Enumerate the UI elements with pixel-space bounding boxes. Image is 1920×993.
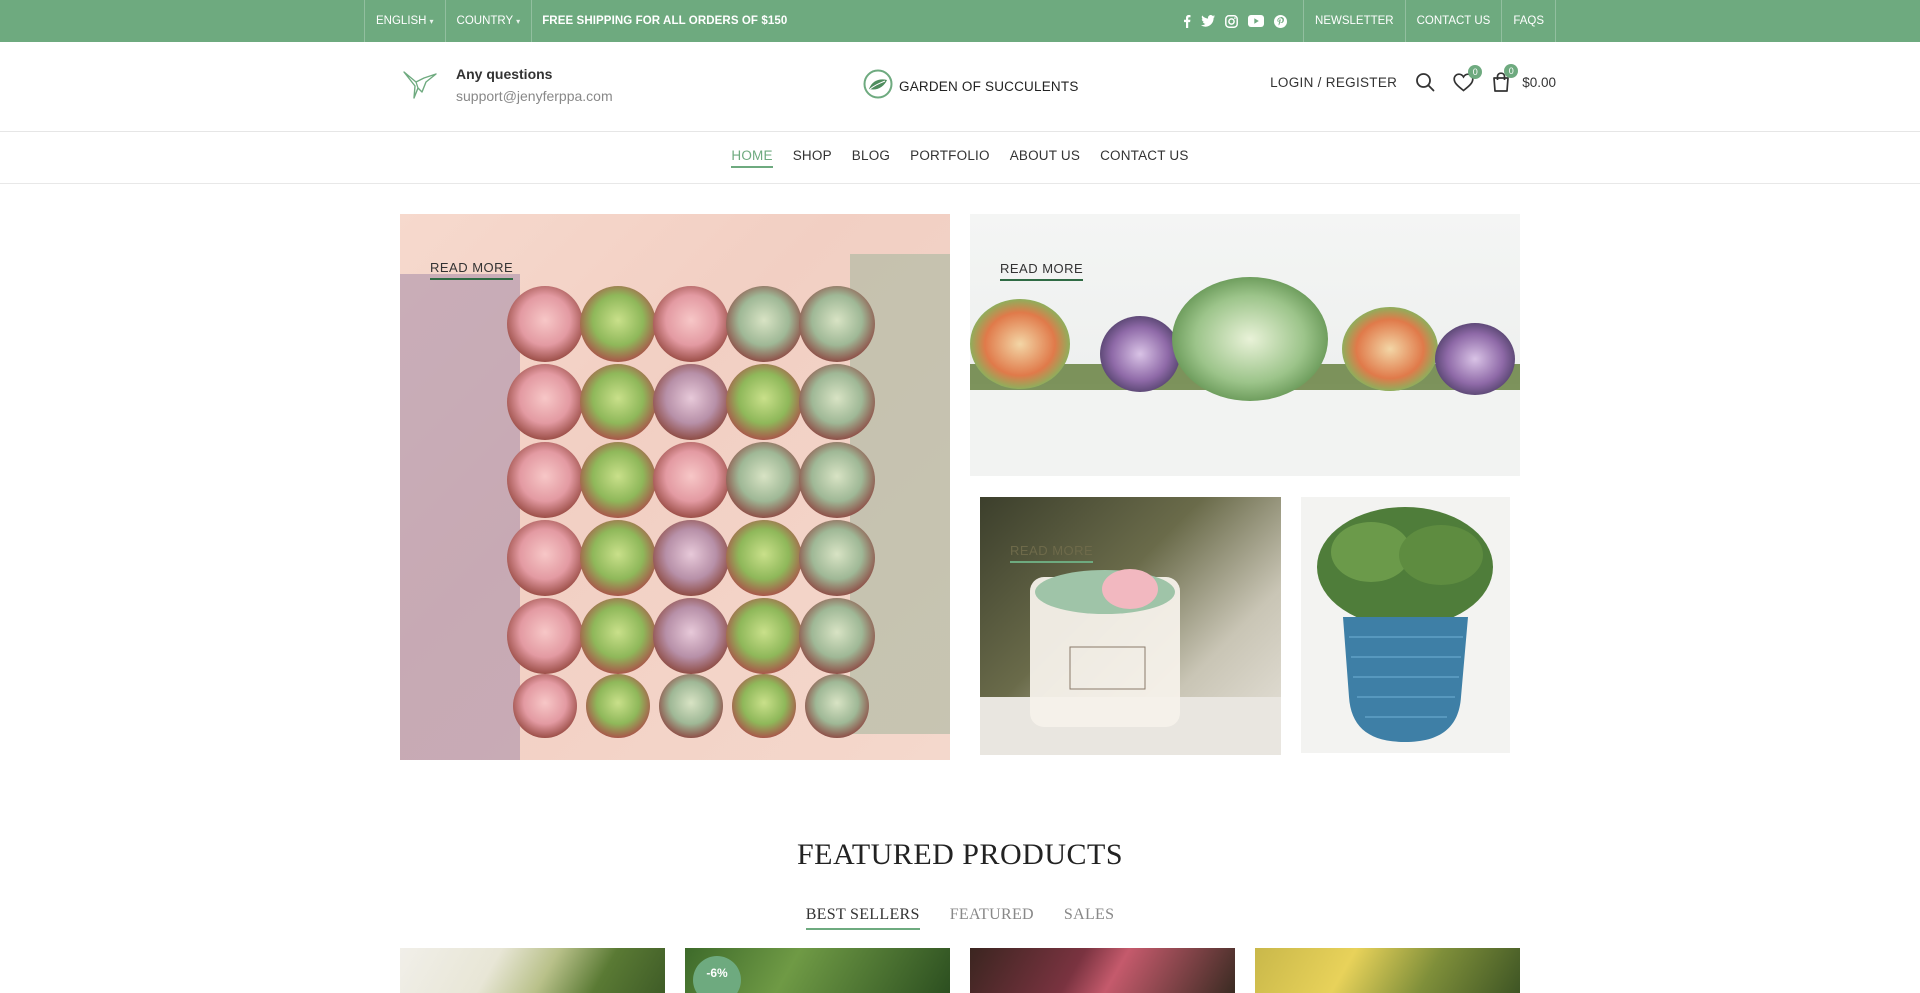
site-logo[interactable]: GARDEN OF SUCCULENTS: [863, 69, 1079, 104]
leaf-logo-icon: [863, 69, 893, 104]
nav-item-about-us[interactable]: ABOUT US: [1010, 148, 1080, 168]
support-email[interactable]: support@jenyferppa.com: [456, 88, 613, 104]
contact-us-top-link[interactable]: CONTACT US: [1404, 0, 1502, 42]
wishlist-button[interactable]: 0: [1453, 64, 1483, 92]
country-selector[interactable]: COUNTRY ▾: [444, 0, 533, 42]
country-label: COUNTRY: [456, 15, 514, 27]
newsletter-link[interactable]: NEWSLETTER: [1303, 0, 1405, 42]
featured-products-title: FEATURED PRODUCTS: [796, 838, 1124, 871]
main-navigation: HOME SHOP BLOG PORTFOLIO ABOUT US CONTAC…: [0, 133, 1920, 184]
shipping-notice: FREE SHIPPING FOR ALL ORDERS OF $150: [542, 15, 788, 27]
tab-featured[interactable]: FEATURED: [950, 906, 1034, 930]
succulent-pots-image: [400, 254, 950, 760]
cart-total: $0.00: [1522, 74, 1556, 90]
hummingbird-icon: [402, 68, 438, 105]
sale-badge: -6%: [693, 956, 741, 993]
youtube-icon[interactable]: [1248, 15, 1265, 27]
nav-item-blog[interactable]: BLOG: [852, 148, 890, 168]
top-links: NEWSLETTER CONTACT US FAQS: [1303, 0, 1556, 42]
header-actions: LOGIN / REGISTER 0 0 $0.00: [1270, 64, 1556, 92]
succulent-row-image: [970, 277, 1520, 476]
social-links: [1183, 14, 1303, 28]
logo-text: GARDEN OF SUCCULENTS: [899, 79, 1079, 94]
questions-title: Any questions: [456, 66, 553, 82]
product-card[interactable]: [400, 948, 665, 993]
read-more-link[interactable]: READ MORE: [1010, 543, 1094, 563]
product-card[interactable]: -6%: [685, 948, 950, 993]
login-register-link[interactable]: LOGIN / REGISTER: [1270, 75, 1397, 90]
questions-block: Any questions support@jenyferppa.com: [402, 66, 613, 105]
banner-succulent-row[interactable]: READ MORE: [970, 214, 1520, 476]
tab-best-sellers[interactable]: BEST SELLERS: [805, 906, 920, 930]
chevron-down-icon: ▾: [429, 16, 434, 26]
site-header: Any questions support@jenyferppa.com GAR…: [0, 42, 1920, 132]
product-tabs: BEST SELLERS FEATURED SALES: [0, 906, 1920, 930]
instagram-icon[interactable]: [1225, 14, 1238, 28]
banner-succulent-candle[interactable]: READ MORE: [980, 497, 1281, 755]
candle-image: [980, 569, 1281, 755]
tab-sales[interactable]: SALES: [1064, 906, 1114, 930]
cart-count-badge: 0: [1504, 64, 1519, 78]
language-selector[interactable]: ENGLISH ▾: [364, 0, 445, 42]
cart-button[interactable]: 0 $0.00: [1492, 64, 1556, 92]
wishlist-count-badge: 0: [1468, 64, 1483, 79]
potted-succulent-tree-image: [1317, 507, 1493, 742]
facebook-icon[interactable]: [1183, 14, 1191, 28]
nav-item-shop[interactable]: SHOP: [793, 148, 832, 168]
banner-succulent-grid[interactable]: READ MORE: [400, 214, 950, 760]
banner-potted-tree[interactable]: [1301, 497, 1510, 753]
shopping-bag-icon: 0: [1492, 64, 1519, 92]
nav-item-home[interactable]: HOME: [731, 148, 773, 168]
pinterest-icon[interactable]: [1274, 14, 1288, 28]
nav-item-portfolio[interactable]: PORTFOLIO: [910, 148, 990, 168]
chevron-down-icon: ▾: [516, 16, 521, 26]
search-icon[interactable]: [1415, 72, 1435, 92]
read-more-link[interactable]: READ MORE: [1000, 261, 1084, 281]
product-card[interactable]: [970, 948, 1235, 993]
top-bar: ENGLISH ▾ COUNTRY ▾ FREE SHIPPING FOR AL…: [0, 0, 1920, 42]
product-card[interactable]: [1255, 948, 1520, 993]
faqs-link[interactable]: FAQS: [1501, 0, 1556, 42]
language-label: ENGLISH: [376, 15, 427, 27]
nav-item-contact-us[interactable]: CONTACT US: [1100, 148, 1189, 168]
read-more-link[interactable]: READ MORE: [430, 260, 514, 280]
twitter-icon[interactable]: [1201, 15, 1216, 27]
